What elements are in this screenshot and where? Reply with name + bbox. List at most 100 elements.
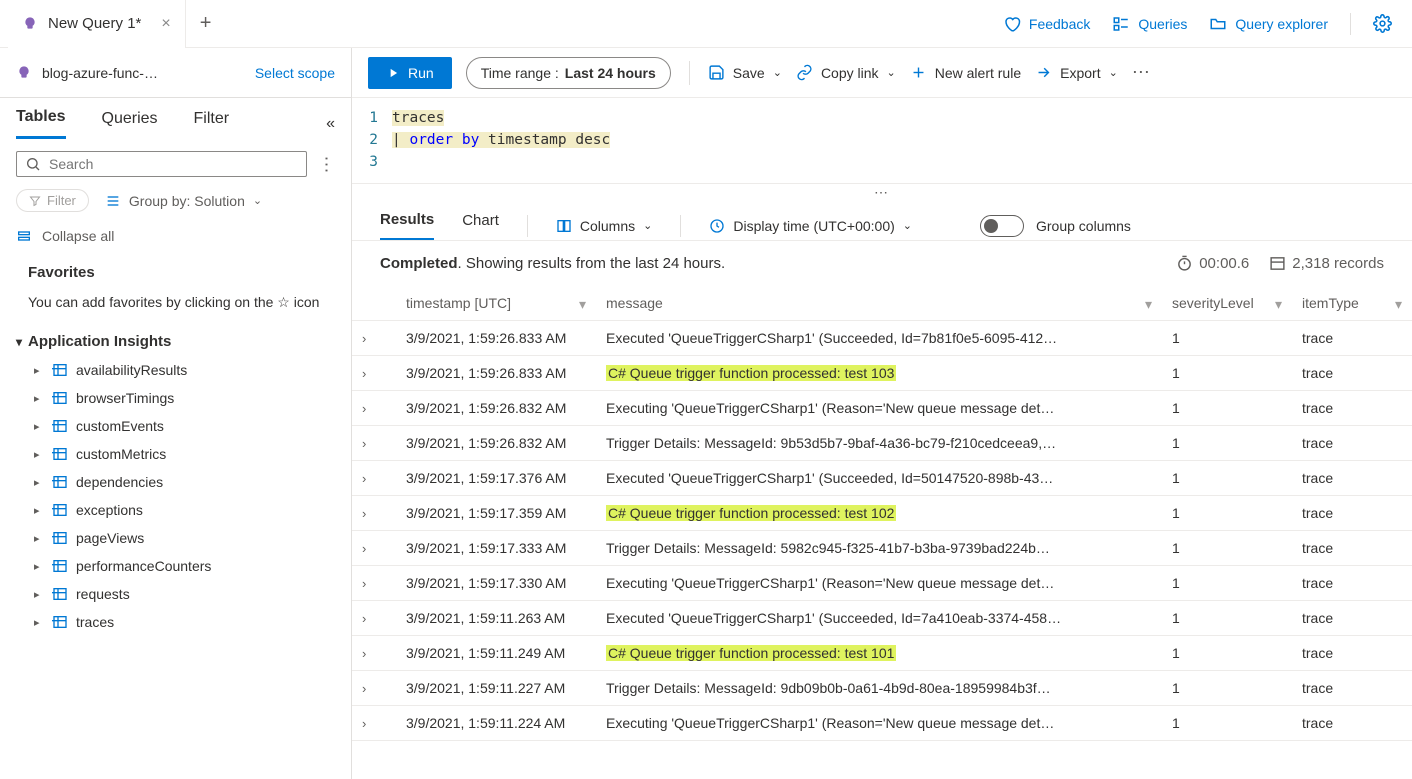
col-severity[interactable]: severityLevel▾ [1162, 286, 1292, 321]
table-item[interactable]: ▸exceptions [0, 496, 351, 524]
query-tab[interactable]: New Query 1* × [8, 0, 186, 48]
cell-message: C# Queue trigger function processed: tes… [596, 356, 1162, 391]
chevron-right-icon[interactable]: › [362, 611, 366, 626]
play-icon [386, 66, 400, 80]
timerange-picker[interactable]: Time range : Last 24 hours [466, 57, 671, 89]
tab-queries[interactable]: Queries [102, 110, 158, 138]
close-icon[interactable]: × [161, 15, 170, 33]
chevron-right-icon[interactable]: › [362, 331, 366, 346]
table-icon [52, 558, 68, 574]
copylink-button[interactable]: Copy link ⌄ [796, 64, 896, 81]
table-item[interactable]: ▸dependencies [0, 468, 351, 496]
table-item[interactable]: ▸requests [0, 580, 351, 608]
toolbar: Run Time range : Last 24 hours Save ⌄ Co… [352, 48, 1412, 98]
more-icon[interactable]: ⋯ [316, 155, 337, 173]
chevron-right-icon[interactable]: › [362, 366, 366, 381]
duration: 00:00.6 [1176, 255, 1249, 272]
col-timestamp[interactable]: timestamp [UTC]▾ [396, 286, 596, 321]
run-button[interactable]: Run [368, 57, 452, 89]
funnel-icon[interactable]: ▾ [579, 296, 586, 313]
section-application-insights[interactable]: ▾ Application Insights [0, 327, 351, 356]
funnel-icon[interactable]: ▾ [1395, 296, 1402, 313]
chevron-right-icon[interactable]: › [362, 401, 366, 416]
filter-button[interactable]: Filter [16, 189, 89, 212]
select-scope-link[interactable]: Select scope [255, 65, 335, 81]
table-icon [52, 446, 68, 462]
table-row[interactable]: ›3/9/2021, 1:59:17.376 AMExecuted 'Queue… [352, 461, 1412, 496]
cell-itemtype: trace [1292, 636, 1412, 671]
table-icon [52, 362, 68, 378]
table-item[interactable]: ▸performanceCounters [0, 552, 351, 580]
more-icon[interactable]: ⋯ [1132, 62, 1150, 83]
tab-tables[interactable]: Tables [16, 108, 66, 139]
tables-list: ▸availabilityResults▸browserTimings▸cust… [0, 356, 351, 636]
splitter-handle[interactable]: ⋯ [352, 184, 1412, 201]
collapse-all-button[interactable]: Collapse all [0, 222, 351, 250]
line-number: 1 [352, 108, 392, 130]
feedback-link[interactable]: Feedback [1003, 15, 1090, 33]
groupby-button[interactable]: Group by: Solution ⌄ [105, 193, 262, 209]
chevron-right-icon[interactable]: › [362, 436, 366, 451]
save-button[interactable]: Save ⌄ [708, 64, 782, 81]
record-count: 2,318 records [1269, 255, 1384, 272]
table-row[interactable]: ›3/9/2021, 1:59:17.359 AMC# Queue trigge… [352, 496, 1412, 531]
tab-chart[interactable]: Chart [462, 212, 499, 239]
tab-results[interactable]: Results [380, 211, 434, 240]
export-button[interactable]: Export ⌄ [1035, 64, 1118, 81]
chevron-right-icon[interactable]: › [362, 576, 366, 591]
caret-right-icon: ▸ [34, 448, 44, 461]
chevron-right-icon[interactable]: › [362, 646, 366, 661]
table-item[interactable]: ▸traces [0, 608, 351, 636]
cell-severity: 1 [1162, 601, 1292, 636]
table-item[interactable]: ▸pageViews [0, 524, 351, 552]
funnel-icon[interactable]: ▾ [1275, 296, 1282, 313]
cell-timestamp: 3/9/2021, 1:59:11.249 AM [396, 636, 596, 671]
chevron-right-icon[interactable]: › [362, 506, 366, 521]
caret-right-icon: ▸ [34, 364, 44, 377]
group-columns-toggle[interactable] [980, 215, 1024, 237]
cell-message: Executed 'QueueTriggerCSharp1' (Succeede… [596, 461, 1162, 496]
collapse-sidebar-icon[interactable]: « [326, 115, 335, 133]
search-icon [25, 156, 41, 172]
table-row[interactable]: ›3/9/2021, 1:59:11.249 AMC# Queue trigge… [352, 636, 1412, 671]
results-table: timestamp [UTC]▾ message▾ severityLevel▾… [352, 286, 1412, 741]
bulb-icon [16, 65, 32, 81]
add-tab-button[interactable]: + [186, 12, 226, 35]
search-input[interactable] [16, 151, 307, 177]
query-explorer-link[interactable]: Query explorer [1209, 15, 1328, 33]
chevron-right-icon[interactable]: › [362, 541, 366, 556]
queries-link[interactable]: Queries [1112, 15, 1187, 33]
table-item[interactable]: ▸customEvents [0, 412, 351, 440]
newalert-button[interactable]: New alert rule [910, 64, 1021, 81]
table-row[interactable]: ›3/9/2021, 1:59:26.832 AMTrigger Details… [352, 426, 1412, 461]
table-item[interactable]: ▸availabilityResults [0, 356, 351, 384]
tab-title: New Query 1* [48, 15, 141, 32]
save-icon [708, 64, 725, 81]
table-row[interactable]: ›3/9/2021, 1:59:26.833 AMC# Queue trigge… [352, 356, 1412, 391]
columns-button[interactable]: Columns ⌄ [556, 218, 652, 234]
table-row[interactable]: ›3/9/2021, 1:59:17.333 AMTrigger Details… [352, 531, 1412, 566]
cell-message: Executing 'QueueTriggerCSharp1' (Reason=… [596, 706, 1162, 741]
chevron-right-icon[interactable]: › [362, 471, 366, 486]
displaytime-button[interactable]: Display time (UTC+00:00) ⌄ [709, 218, 912, 234]
tab-filter[interactable]: Filter [194, 110, 230, 138]
table-row[interactable]: ›3/9/2021, 1:59:11.263 AMExecuted 'Queue… [352, 601, 1412, 636]
gear-icon[interactable] [1373, 14, 1392, 33]
funnel-icon[interactable]: ▾ [1145, 296, 1152, 313]
table-row[interactable]: ›3/9/2021, 1:59:11.224 AMExecuting 'Queu… [352, 706, 1412, 741]
table-row[interactable]: ›3/9/2021, 1:59:26.833 AMExecuted 'Queue… [352, 321, 1412, 356]
cell-severity: 1 [1162, 426, 1292, 461]
col-message[interactable]: message▾ [596, 286, 1162, 321]
col-itemtype[interactable]: itemType▾ [1292, 286, 1412, 321]
chevron-right-icon[interactable]: › [362, 716, 366, 731]
table-item[interactable]: ▸browserTimings [0, 384, 351, 412]
table-row[interactable]: ›3/9/2021, 1:59:11.227 AMTrigger Details… [352, 671, 1412, 706]
search-field[interactable] [49, 156, 298, 172]
scope-name: blog-azure-func-… [42, 65, 245, 81]
table-item[interactable]: ▸customMetrics [0, 440, 351, 468]
query-editor[interactable]: 1traces 2| order by timestamp desc 3 [352, 98, 1412, 184]
table-row[interactable]: ›3/9/2021, 1:59:17.330 AMExecuting 'Queu… [352, 566, 1412, 601]
table-icon [52, 614, 68, 630]
chevron-right-icon[interactable]: › [362, 681, 366, 696]
table-row[interactable]: ›3/9/2021, 1:59:26.832 AMExecuting 'Queu… [352, 391, 1412, 426]
